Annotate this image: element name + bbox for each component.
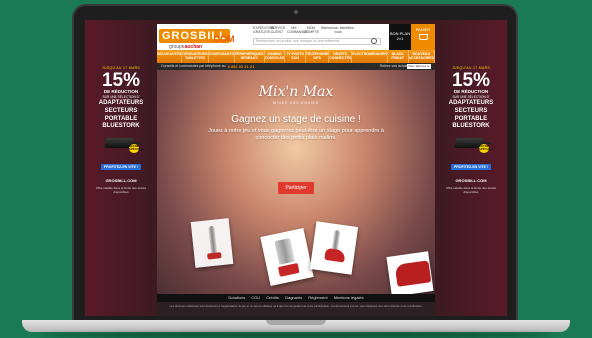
- promo-block[interactable]: BON PLAN 2×1: [389, 24, 411, 50]
- nav-item-gaming[interactable]: GAMING CONSOLES: [265, 50, 286, 63]
- top-link-shipping[interactable]: EXPÉDITION GRATUITE: [253, 26, 274, 34]
- offer-badge: OFFRE SPÉCIALE: [129, 144, 143, 153]
- contest-headline: Gagnez un stage de cuisine !: [231, 114, 361, 125]
- laptop-shadow: [40, 332, 552, 338]
- footer-link-winners[interactable]: Gagnants: [285, 294, 302, 302]
- side-line1: ADAPTATEURS: [448, 100, 494, 106]
- info-phone[interactable]: 0 892 02 21 21: [228, 63, 255, 70]
- nav-item-peripherals[interactable]: PÉRIPHÉRIQUES RÉSEAUX: [235, 50, 265, 63]
- mixnmax-logo: Mix'n Max: [258, 84, 334, 100]
- side-line2: SECTEURS: [454, 108, 488, 114]
- product-card-blender[interactable]: [260, 227, 314, 287]
- side-small: SUR UNE SÉLECTION D': [452, 95, 490, 99]
- info-text: Conseils et commandes par téléphone au: [161, 64, 226, 68]
- side-line1: ADAPTATEURS: [98, 100, 144, 106]
- mixnmax-tagline: MIXEZ VOS ENVIES: [273, 101, 319, 105]
- info-bar: Conseils et commandes par téléphone au 0…: [157, 63, 435, 73]
- cart-label: PANIER: [415, 27, 431, 32]
- product-card-stand-mixer[interactable]: [386, 251, 434, 294]
- nav-item-appliances[interactable]: ÉLECTROMÉNAGER: [352, 50, 388, 63]
- cart-button[interactable]: PANIER: [411, 24, 435, 50]
- nav-item-connected[interactable]: OBJETS CONNECTÉS: [329, 50, 353, 63]
- cart-icon: [418, 34, 428, 40]
- search-input[interactable]: Recherchez un produit, une marque ou une…: [253, 38, 381, 45]
- laptop-base: [22, 320, 570, 332]
- search-icon[interactable]: [371, 38, 377, 44]
- side-brand: BLUESTORK: [102, 123, 140, 129]
- side-reduction: DE RÉDUCTION: [103, 89, 139, 94]
- side-logo: GROSBILL.COM: [105, 178, 137, 183]
- footer-link-credits[interactable]: Crédits: [266, 294, 279, 302]
- product-cards: [157, 210, 435, 294]
- newsletter-input[interactable]: Votre adresse e-mail: [407, 64, 431, 73]
- side-line3: PORTABLE: [104, 116, 138, 122]
- side-footnote: Offre valable dans la limite des stocks …: [95, 186, 147, 194]
- side-percent: 15%: [101, 70, 141, 91]
- nav-item-tv[interactable]: TV PHOTO SON: [285, 50, 306, 63]
- nav-item-components[interactable]: COMPOSANTS: [209, 50, 235, 63]
- contest-description: Jouez à notre jeu et vous gagnerez peut-…: [208, 128, 384, 141]
- side-footnote: Offre valable dans la limite des stocks …: [445, 186, 497, 194]
- side-reduction: DE RÉDUCTION: [453, 89, 489, 94]
- side-percent: 15%: [451, 70, 491, 91]
- main-nav: NOUVEAUTÉS ORDINATEURS TABLETTES COMPOSA…: [157, 50, 435, 63]
- power-adapter-image: OFFRE SPÉCIALE: [451, 136, 493, 153]
- nav-item-accessories[interactable]: NOUVEAU ACCESSOIRES: [409, 50, 435, 63]
- product-card-mixer[interactable]: [309, 221, 359, 275]
- side-cta-button[interactable]: PROFITEZ-EN VITE !: [450, 164, 492, 170]
- footer-link-rules[interactable]: Règlement: [308, 294, 327, 302]
- top-link-service[interactable]: SERVICE CLIENT: [270, 26, 285, 34]
- site-header: GROSBILL .COM groupeauchan EXPÉDITION GR…: [157, 24, 435, 50]
- side-cta-button[interactable]: PROFITEZ-EN VITE !: [100, 164, 142, 170]
- side-line3: PORTABLE: [454, 116, 488, 122]
- side-banner-right[interactable]: JUSQU'AU 17 MARS 15% DE RÉDUCTION SUR UN…: [441, 66, 501, 316]
- top-link-account[interactable]: MON COMPTE: [304, 26, 319, 34]
- footer-link-dotations[interactable]: Dotations: [228, 294, 245, 302]
- nav-item-phones[interactable]: TÉLÉPHONIE GPS: [306, 50, 330, 63]
- footer-link-cgu[interactable]: CGU: [251, 294, 260, 302]
- nav-item-computers[interactable]: ORDINATEURS TABLETTES: [182, 50, 209, 63]
- side-small: SUR UNE SÉLECTION D': [102, 95, 140, 99]
- contest-panel: Mix'n Max MIXEZ VOS ENVIES Gagnez un sta…: [157, 70, 435, 294]
- laptop-screen: GROSBILL .COM groupeauchan EXPÉDITION GR…: [85, 20, 507, 316]
- top-link-order[interactable]: MA COMMANDE: [287, 26, 308, 34]
- footer-links: Dotations CGU Crédits Gagnants Règlement…: [157, 294, 435, 302]
- offer-badge: OFFRE SPÉCIALE: [479, 144, 493, 153]
- footer-legal-note: Les données collectées sont destinées à …: [157, 302, 435, 316]
- webcam-icon: [294, 10, 298, 14]
- nav-item-new[interactable]: NOUVEAUTÉS: [157, 50, 183, 63]
- participate-button[interactable]: Participer: [278, 182, 314, 194]
- side-logo: GROSBILL.COM: [455, 178, 487, 183]
- side-line2: SECTEURS: [104, 108, 138, 114]
- footer-link-legal[interactable]: Mentions légales: [334, 294, 364, 302]
- side-brand: BLUESTORK: [452, 123, 490, 129]
- nav-item-black-friday[interactable]: BLACK FRIDAY: [388, 50, 409, 63]
- grosbill-logo[interactable]: GROSBILL .COM groupeauchan: [159, 26, 243, 50]
- top-link-welcome[interactable]: Bienvenue, identifiez-vous: [321, 26, 355, 34]
- power-adapter-image: OFFRE SPÉCIALE: [101, 136, 143, 153]
- product-card-hand-blender[interactable]: [190, 218, 234, 268]
- laptop-notch: [266, 320, 326, 325]
- top-links: EXPÉDITION GRATUITE SERVICE CLIENT MA CO…: [253, 26, 355, 34]
- side-banner-left[interactable]: JUSQU'AU 17 MARS 15% DE RÉDUCTION SUR UN…: [91, 66, 151, 316]
- logo-dotcom: .COM: [211, 34, 235, 44]
